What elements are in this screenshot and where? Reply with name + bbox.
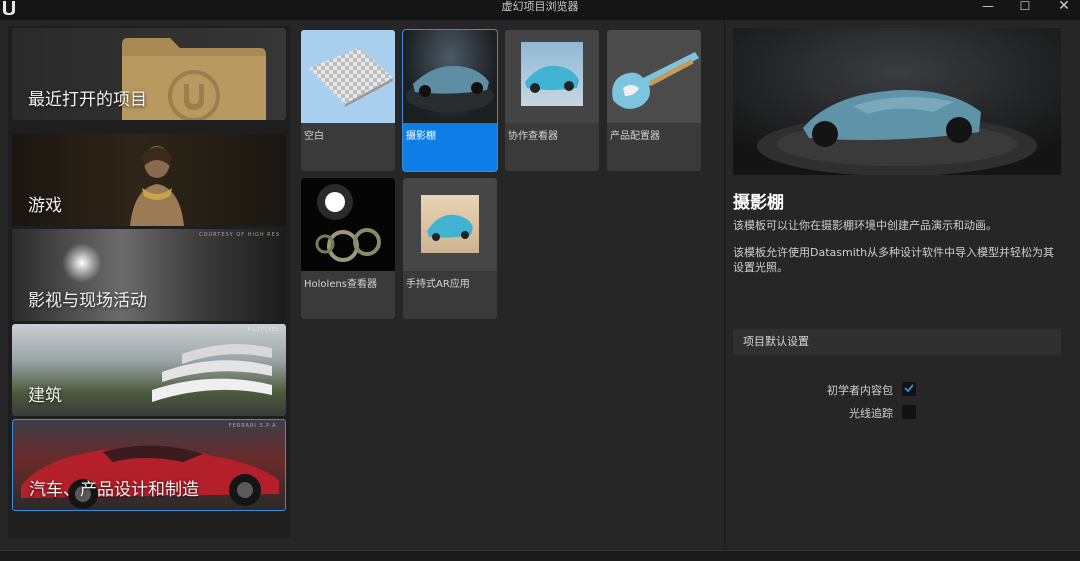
window-title: 虚幻项目浏览器 (501, 0, 579, 13)
spotlight-glow (62, 243, 102, 283)
template-label: 协作查看器 (508, 131, 558, 142)
collab-scene (521, 42, 583, 106)
category-list: 最近打开的项目 游戏 COURTESY OF HIGH RES 影视与现场活动 … (8, 26, 290, 538)
starter-content-label: 初学者内容包 (827, 384, 893, 397)
category-label: 最近打开的项目 (28, 90, 147, 110)
check-icon (904, 384, 914, 393)
title-bar: 虚幻项目浏览器 — ☐ ✕ (0, 0, 1080, 20)
template-thumbnail (505, 30, 599, 123)
template-thumbnail (403, 30, 497, 123)
bottom-bar (0, 550, 1080, 561)
category-label: 建筑 (28, 386, 62, 406)
template-handheld-ar[interactable]: 手持式AR应用 (403, 178, 497, 319)
collab-car (525, 65, 579, 93)
project-browser: 最近打开的项目 游戏 COURTESY OF HIGH RES 影视与现场活动 … (0, 20, 1080, 550)
category-label: 游戏 (28, 196, 62, 216)
template-blank[interactable]: 空白 (301, 30, 395, 171)
template-thumbnail (301, 30, 395, 123)
maximize-button[interactable]: ☐ (1015, 0, 1035, 14)
template-label: 空白 (304, 131, 324, 142)
template-description-detail: 该模板允许使用Datasmith从多种设计软件中导入模型并轻松为其设置光照。 (733, 246, 1055, 274)
template-product-configurator[interactable]: 产品配置器 (607, 30, 701, 171)
hololens-thumbnail (315, 184, 381, 262)
starter-content-checkbox[interactable] (902, 382, 916, 396)
category-automotive-product-design[interactable]: FERRARI S.P.A. 汽车、产品设计和制造 (12, 419, 286, 511)
category-architecture[interactable]: FILTPIXEL 建筑 (12, 324, 286, 416)
template-thumbnail (403, 178, 497, 271)
category-recent-projects[interactable]: 最近打开的项目 (12, 28, 286, 120)
category-games[interactable]: 游戏 (12, 134, 286, 226)
template-label: 手持式AR应用 (406, 279, 470, 290)
template-thumbnail (301, 178, 395, 271)
category-label: 汽车、产品设计和制造 (29, 480, 199, 500)
template-label: Hololens查看器 (304, 279, 378, 290)
minimize-button[interactable]: — (978, 0, 998, 14)
template-collab-viewer[interactable]: 协作查看器 (505, 30, 599, 171)
guitar-thumbnail (612, 52, 699, 109)
checker-plane (309, 48, 393, 107)
image-credit: FILTPIXEL (247, 327, 280, 333)
ar-car (427, 214, 473, 241)
panel-divider (724, 20, 725, 550)
studio-preview-car (733, 28, 1061, 175)
raytracing-label: 光线追踪 (849, 407, 893, 420)
template-studio[interactable]: 摄影棚 (403, 30, 497, 171)
template-label: 产品配置器 (610, 131, 660, 142)
template-preview-image (733, 28, 1061, 175)
character-figure (130, 146, 184, 226)
template-description: 该模板可以让你在摄影棚环境中创建产品演示和动画。 (733, 219, 997, 232)
ar-scene (421, 195, 479, 253)
image-credit: COURTESY OF HIGH RES (199, 232, 280, 238)
template-thumbnail (607, 30, 701, 123)
project-defaults-header[interactable]: 项目默认设置 (733, 329, 1061, 355)
category-film-live-events[interactable]: COURTESY OF HIGH RES 影视与现场活动 (12, 229, 286, 321)
template-title: 摄影棚 (733, 193, 784, 213)
close-button[interactable]: ✕ (1054, 0, 1074, 14)
image-credit: FERRARI S.P.A. (228, 423, 279, 429)
template-hololens-viewer[interactable]: Hololens查看器 (301, 178, 395, 319)
category-label: 影视与现场活动 (28, 291, 147, 311)
raytracing-checkbox[interactable] (902, 405, 916, 419)
building-illustration (152, 344, 272, 402)
template-label: 摄影棚 (406, 131, 436, 142)
studio-car-thumbnail (406, 65, 494, 112)
